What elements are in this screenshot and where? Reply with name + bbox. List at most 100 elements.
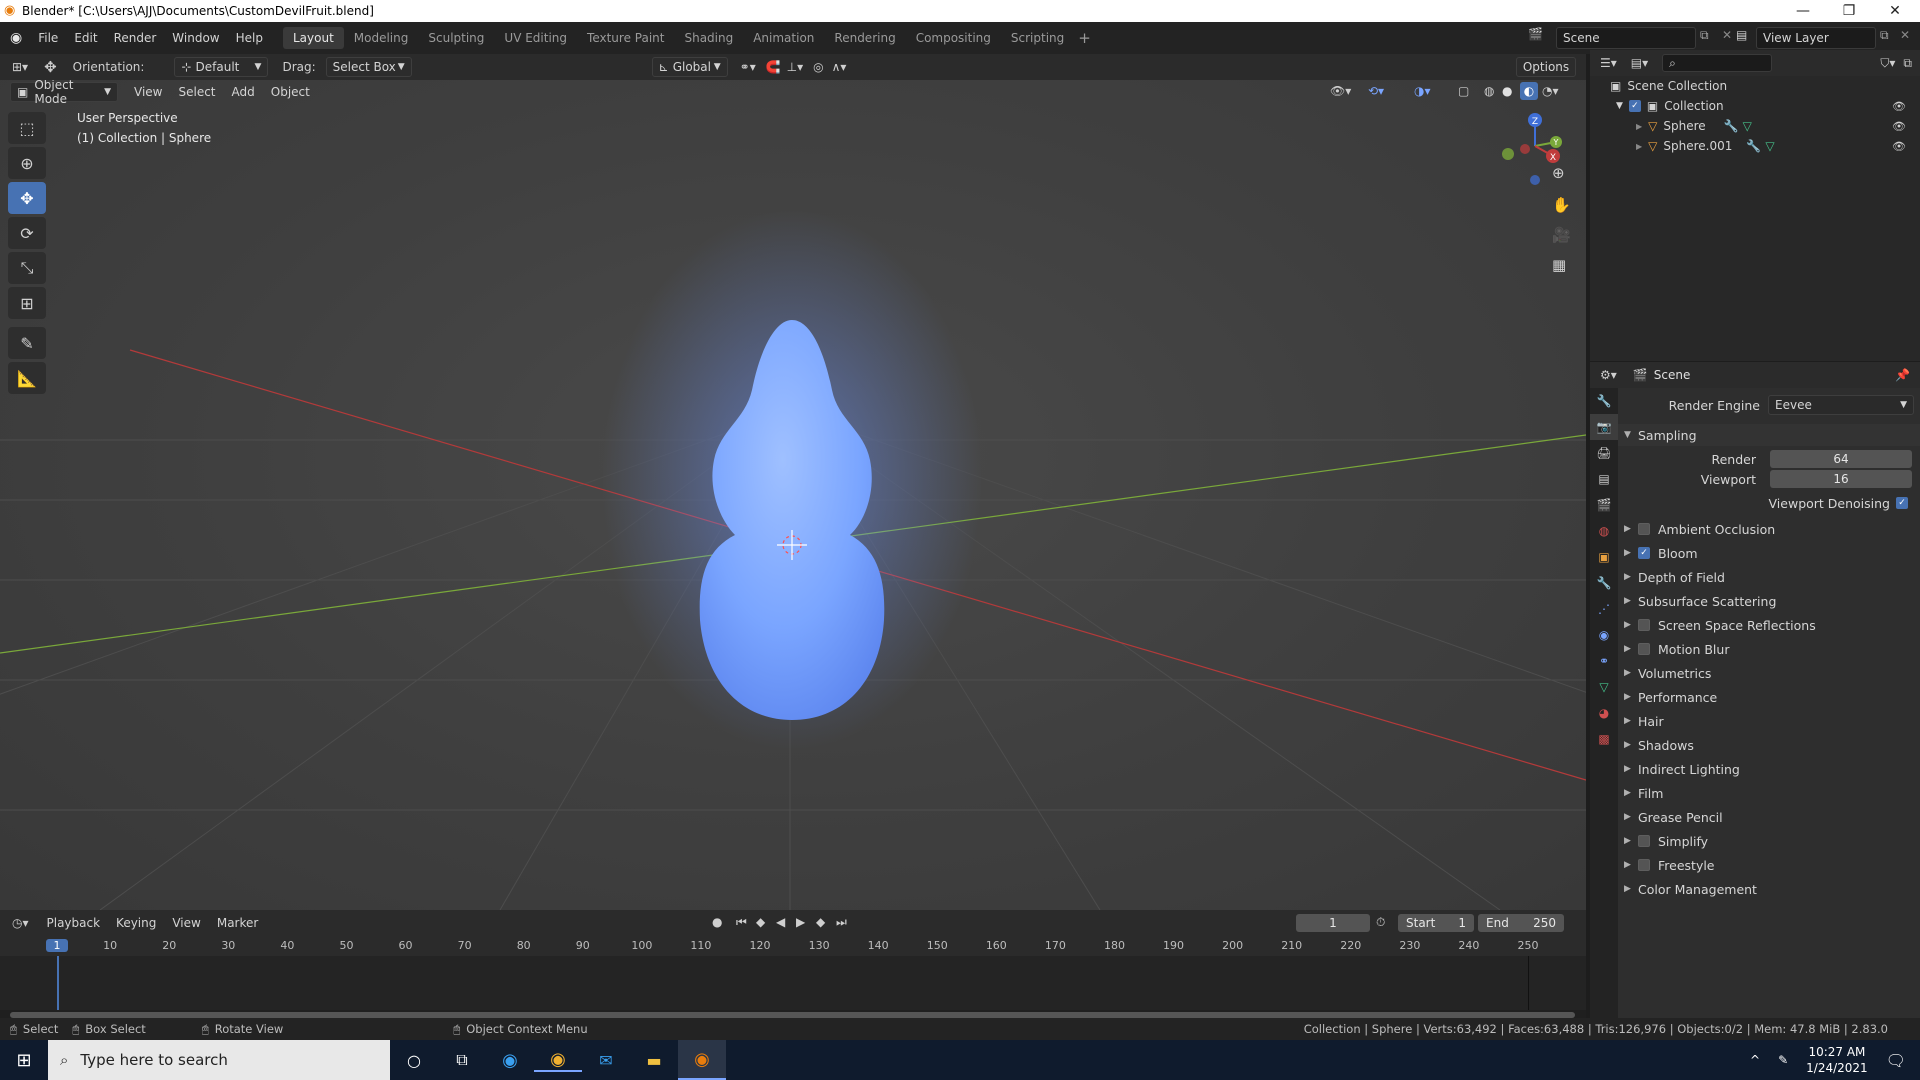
menu-help[interactable]: Help bbox=[228, 31, 271, 45]
filter-icon[interactable]: ⛉▾ bbox=[1880, 56, 1895, 71]
taskbar-clock[interactable]: 10:27 AM 1/24/2021 bbox=[1806, 1044, 1868, 1076]
jump-start-icon[interactable]: ⏮ bbox=[736, 915, 747, 930]
timeline-keyframe-area[interactable] bbox=[0, 956, 1586, 1010]
tab-texture-paint[interactable]: Texture Paint bbox=[577, 27, 674, 49]
move-tool-button-icon[interactable]: ✥ bbox=[8, 182, 46, 214]
viewport-menu-select[interactable]: Select bbox=[170, 85, 223, 99]
eye-icon[interactable]: 👁 bbox=[1892, 100, 1906, 113]
eye-icon[interactable]: 👁 bbox=[1892, 120, 1906, 133]
output-tab-icon[interactable]: 🖨 bbox=[1590, 440, 1618, 466]
gizmo-toggle-icon[interactable]: ⟲▾ bbox=[1368, 84, 1384, 98]
panel-header[interactable]: ▶ Shadows bbox=[1618, 734, 1920, 756]
view-layer-field[interactable]: View Layer bbox=[1756, 27, 1876, 49]
tab-uv-editing[interactable]: UV Editing bbox=[494, 27, 577, 49]
collection-checkbox[interactable]: ✓ bbox=[1628, 100, 1641, 112]
transform-orientation-dropdown[interactable]: ⊾ Global ▼ bbox=[651, 57, 728, 77]
transform-tool-icon[interactable]: ⊞ bbox=[8, 287, 46, 319]
orientation-dropdown[interactable]: ⊹ Default ▼ bbox=[174, 57, 269, 77]
blender-menu-icon[interactable]: ◉ bbox=[10, 30, 22, 46]
panel-enable-checkbox[interactable] bbox=[1638, 523, 1650, 535]
pin-icon[interactable]: 📌 bbox=[1895, 368, 1910, 382]
prev-keyframe-icon[interactable]: ◆ bbox=[756, 915, 765, 929]
view-layer-tab-icon[interactable]: ▤ bbox=[1590, 466, 1618, 492]
scene-field[interactable]: Scene bbox=[1556, 27, 1696, 49]
cortana-icon[interactable]: ○ bbox=[390, 1051, 438, 1070]
viewport-menu-object[interactable]: Object bbox=[263, 85, 318, 99]
panel-header[interactable]: ▶ Simplify bbox=[1618, 830, 1920, 852]
taskbar-search-input[interactable]: ⌕ Type here to search bbox=[48, 1040, 390, 1080]
timeline-menu-playback[interactable]: Playback bbox=[39, 916, 109, 930]
scene-icon[interactable]: 🎬 bbox=[1528, 27, 1543, 41]
scene-collection-row[interactable]: ▣ Scene Collection bbox=[1610, 76, 1727, 96]
display-mode-icon[interactable]: ▤▾ bbox=[1631, 56, 1648, 70]
panel-enable-checkbox[interactable] bbox=[1638, 619, 1650, 631]
options-dropdown[interactable]: Options bbox=[1516, 57, 1576, 77]
stopwatch-icon[interactable]: ⏱ bbox=[1376, 915, 1385, 930]
jump-end-icon[interactable]: ⏭ bbox=[836, 915, 847, 930]
outliner-object-row[interactable]: ▶ ▽ Sphere 🔧 ▽ 👁 bbox=[1636, 116, 1916, 136]
tab-shading[interactable]: Shading bbox=[674, 27, 743, 49]
panel-enable-checkbox[interactable] bbox=[1638, 835, 1650, 847]
panel-header[interactable]: ▶ Hair bbox=[1618, 710, 1920, 732]
menu-edit[interactable]: Edit bbox=[66, 31, 105, 45]
current-frame-field[interactable]: 1 bbox=[1296, 914, 1370, 932]
properties-editor-icon[interactable]: ⚙▾ bbox=[1600, 368, 1617, 382]
panel-header[interactable]: ▶ Depth of Field bbox=[1618, 566, 1920, 588]
particles-tab-icon[interactable]: ⋰ bbox=[1590, 596, 1618, 622]
menu-window[interactable]: Window bbox=[164, 31, 227, 45]
panel-header[interactable]: ▶ Film bbox=[1618, 782, 1920, 804]
panel-header[interactable]: ▶ Subsurface Scattering bbox=[1618, 590, 1920, 612]
edge-browser-icon[interactable]: ◉ bbox=[486, 1050, 534, 1071]
menu-render[interactable]: Render bbox=[106, 31, 165, 45]
panel-header[interactable]: ▶ Motion Blur bbox=[1618, 638, 1920, 660]
render-tab-icon[interactable]: 📷 bbox=[1590, 414, 1618, 440]
rotate-tool-icon[interactable]: ⟳ bbox=[8, 217, 46, 249]
constraints-tab-icon[interactable]: ⚭ bbox=[1590, 648, 1618, 674]
new-scene-icon[interactable]: ⧉ bbox=[1700, 28, 1709, 43]
tab-sculpting[interactable]: Sculpting bbox=[418, 27, 494, 49]
timeline-menu-keying[interactable]: Keying bbox=[108, 916, 164, 930]
viewport-menu-view[interactable]: View bbox=[126, 85, 170, 99]
snap-target-icon[interactable]: ⊥▾ bbox=[787, 60, 803, 74]
snap-icon[interactable]: 🧲 bbox=[766, 60, 781, 74]
tab-scripting[interactable]: Scripting bbox=[1001, 27, 1074, 49]
physics-tab-icon[interactable]: ◉ bbox=[1590, 622, 1618, 648]
scale-tool-icon[interactable]: ⤡ bbox=[8, 252, 46, 284]
panel-enable-checkbox[interactable] bbox=[1638, 859, 1650, 871]
outliner-object-row[interactable]: ▶ ▽ Sphere.001 🔧 ▽ 👁 bbox=[1636, 136, 1916, 156]
close-button[interactable]: ✕ bbox=[1872, 0, 1918, 22]
viewport-samples-field[interactable]: 16 bbox=[1770, 470, 1912, 488]
annotate-tool-icon[interactable]: ✎ bbox=[8, 327, 46, 359]
select-box-tool-icon[interactable]: ⬚ bbox=[8, 112, 46, 144]
notifications-icon[interactable]: 🗨 bbox=[1886, 1051, 1906, 1070]
object-tab-icon[interactable]: ▣ bbox=[1590, 544, 1618, 570]
pen-icon[interactable]: ✎ bbox=[1778, 1053, 1788, 1067]
timeline-menu-marker[interactable]: Marker bbox=[209, 916, 266, 930]
mesh-data-tab-icon[interactable]: ▽ bbox=[1590, 674, 1618, 700]
xray-icon[interactable]: ▢ bbox=[1458, 84, 1469, 98]
playhead[interactable] bbox=[57, 956, 59, 1010]
panel-header[interactable]: ▶ Freestyle bbox=[1618, 854, 1920, 876]
modifier-tab-icon[interactable]: 🔧 bbox=[1590, 570, 1618, 596]
remove-scene-icon[interactable]: ✕ bbox=[1722, 28, 1732, 42]
viewport-menu-add[interactable]: Add bbox=[224, 85, 263, 99]
remove-view-layer-icon[interactable]: ✕ bbox=[1900, 28, 1910, 42]
editor-type-icon[interactable]: ⊞▾ bbox=[12, 60, 28, 74]
render-samples-field[interactable]: 64 bbox=[1770, 450, 1912, 468]
new-view-layer-icon[interactable]: ⧉ bbox=[1880, 28, 1889, 43]
mode-dropdown[interactable]: ▣ Object Mode ▼ bbox=[10, 80, 118, 106]
timeline-editor-icon[interactable]: ◷▾ bbox=[12, 916, 29, 930]
end-frame-field[interactable]: End 250 bbox=[1478, 914, 1564, 932]
material-tab-icon[interactable]: ◕ bbox=[1590, 700, 1618, 726]
windows-start-icon[interactable]: ⊞ bbox=[0, 1050, 48, 1071]
chrome-browser-icon[interactable]: ◉ bbox=[534, 1049, 582, 1072]
panel-enable-checkbox[interactable] bbox=[1638, 643, 1650, 655]
view-layer-icon[interactable]: ▤ bbox=[1736, 28, 1747, 42]
tab-layout[interactable]: Layout bbox=[282, 27, 344, 49]
menu-file[interactable]: File bbox=[30, 31, 66, 45]
viewport-denoising-checkbox[interactable]: ✓ bbox=[1896, 497, 1908, 509]
panel-header[interactable]: ▶ Grease Pencil bbox=[1618, 806, 1920, 828]
visibility-icon[interactable]: 👁▾ bbox=[1330, 84, 1351, 98]
material-preview-icon[interactable]: ◐ bbox=[1520, 82, 1538, 100]
blender-taskbar-icon[interactable]: ◉ bbox=[678, 1040, 726, 1080]
